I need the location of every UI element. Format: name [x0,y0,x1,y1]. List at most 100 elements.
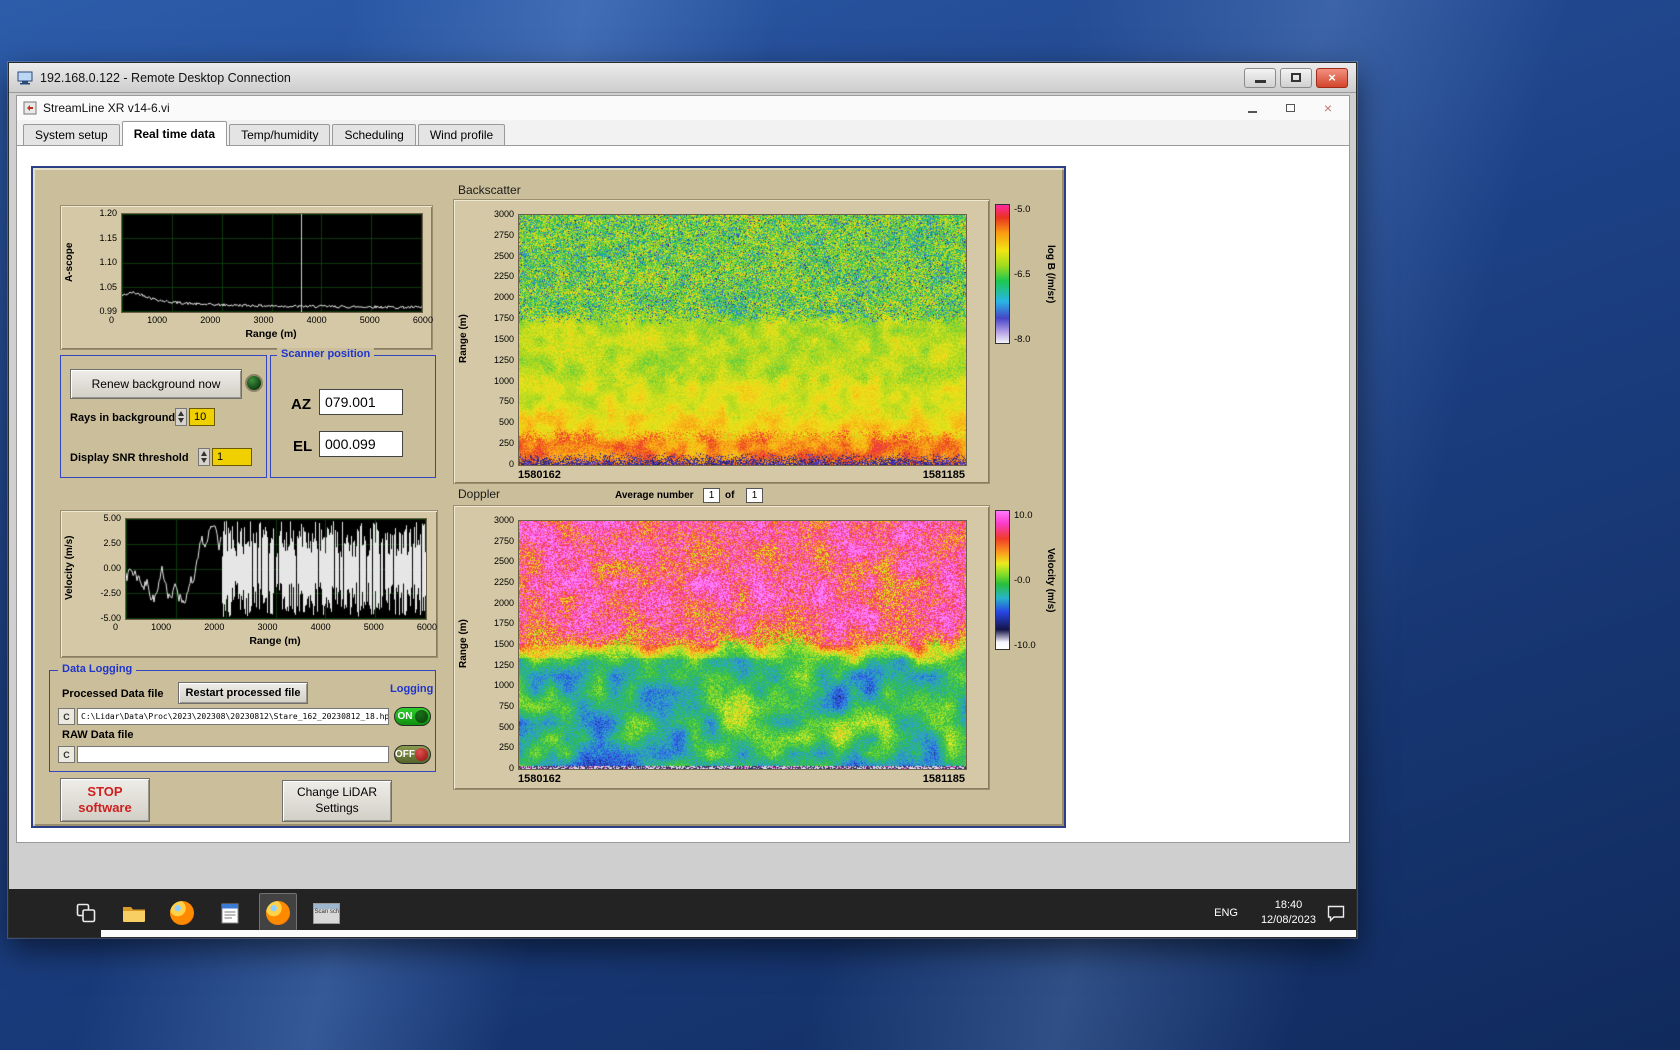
backscatter-x-end: 1581185 [923,469,965,481]
spin-down-icon[interactable] [201,458,207,463]
app-window-title: StreamLine XR v14-6.vi [43,101,1229,115]
on-label: ON [395,711,415,722]
firefox-icon [266,901,290,925]
maximize-icon [1286,104,1295,112]
document-icon [221,903,239,924]
backscatter-plot-area [518,214,967,466]
velocity-plot-area [125,518,427,620]
app-minimize-button[interactable] [1237,99,1267,117]
ascope-y-ticks: 1.201.151.101.050.99 [79,208,117,316]
backscatter-colorbar-label: log B (/m/sr) [1045,204,1056,344]
raw-path-field[interactable] [77,746,389,763]
processed-path-field[interactable]: C:\Lidar\Data\Proc\2023\202308\20230812\… [77,708,389,725]
tab-temp-humidity[interactable]: Temp/humidity [229,124,330,145]
rays-value-field[interactable]: 10 [189,408,215,426]
renew-status-led [245,374,263,392]
renew-background-button[interactable]: Renew background now [70,369,242,399]
spin-up-icon[interactable] [201,451,207,456]
processed-logging-toggle[interactable]: ON [394,707,431,726]
average-number-label: Average number [615,490,694,501]
snr-threshold-label: Display SNR threshold [70,452,189,464]
doppler-y-ticks: 3000275025002250200017501500125010007505… [478,515,514,773]
scan-schedule-label: Scan sched [314,909,339,916]
doppler-x-end: 1581185 [923,773,965,785]
rdp-close-button[interactable]: × [1316,68,1348,88]
folder-icon [122,904,146,923]
velocity-x-axis-label: Range (m) [125,635,425,647]
scan-schedule-window-button[interactable]: Scan sched [307,893,345,933]
rdp-window: 192.168.0.122 - Remote Desktop Connectio… [8,62,1357,938]
average-number-field[interactable]: 1 [703,488,720,503]
backscatter-colorbar: -5.0-6.5-8.0 log B (/m/sr) [995,204,1067,356]
firefox-button[interactable] [163,893,201,933]
app-window: StreamLine XR v14-6.vi × System setup Re… [16,95,1350,843]
toggle-knob-icon [415,748,428,761]
desktop-background: 192.168.0.122 - Remote Desktop Connectio… [0,0,1680,1050]
average-total-field[interactable]: 1 [746,488,763,503]
doppler-x-start: 1580162 [518,773,561,785]
data-logging-group: Data Logging Processed Data file Restart… [49,670,436,772]
tab-system-setup[interactable]: System setup [23,124,120,145]
ascope-chart: A-scope 1.201.151.101.050.99 01000200030… [60,205,433,350]
backscatter-title: Backscatter [458,183,521,197]
azimuth-label: AZ [291,396,311,413]
tab-real-time-data[interactable]: Real time data [122,121,227,146]
tab-bar: System setup Real time data Temp/humidit… [17,120,1349,146]
firefox-active-button[interactable] [259,893,297,933]
minimize-icon [1255,80,1266,83]
raw-data-file-label: RAW Data file [62,729,134,741]
rdp-titlebar[interactable]: 192.168.0.122 - Remote Desktop Connectio… [9,63,1356,93]
velocity-chart: Velocity (m/s) 5.002.500.00-2.50-5.00 01… [60,510,438,658]
snr-spinner[interactable] [198,448,210,466]
file-explorer-button[interactable] [115,893,153,933]
tab-wind-profile[interactable]: Wind profile [418,124,505,145]
document-app-button[interactable] [211,893,249,933]
task-view-button[interactable] [67,893,105,933]
raw-logging-toggle[interactable]: OFF [394,745,431,764]
stop-line2: software [78,800,131,815]
firefox-icon [170,901,194,925]
elevation-value-field[interactable]: 000.099 [319,431,403,457]
app-maximize-button[interactable] [1275,99,1305,117]
notification-bubble-icon [1326,904,1346,922]
data-logging-title: Data Logging [58,663,136,675]
raw-drive-selector[interactable]: C [58,746,75,763]
doppler-chart: Range (m) 300027502500225020001750150012… [453,505,990,790]
app-titlebar[interactable]: StreamLine XR v14-6.vi × [17,96,1349,120]
rdp-maximize-button[interactable] [1280,68,1312,88]
scanner-position-title: Scanner position [277,348,374,360]
doppler-title: Doppler [458,487,500,501]
remote-desktop: StreamLine XR v14-6.vi × System setup Re… [9,93,1356,937]
maximize-icon [1291,73,1301,82]
rdp-minimize-button[interactable] [1244,68,1276,88]
elevation-label: EL [293,438,312,455]
backscatter-colorbar-gradient [995,204,1010,344]
clock-date: 12/08/2023 [1261,913,1316,928]
ascope-x-axis-label: Range (m) [121,328,421,340]
backscatter-x-start: 1580162 [518,469,561,481]
app-close-button[interactable]: × [1313,99,1343,117]
clock-time: 18:40 [1275,898,1303,913]
snr-value-field[interactable]: 1 [212,448,252,466]
stop-software-button[interactable]: STOP software [60,778,150,822]
velocity-y-axis-label: Velocity (m/s) [64,518,75,618]
ascope-plot-area [121,213,423,313]
backscatter-y-ticks: 3000275025002250200017501500125010007505… [478,209,514,469]
rays-spinner[interactable] [175,408,187,426]
processed-drive-selector[interactable]: C [58,708,75,725]
tab-scheduling[interactable]: Scheduling [332,124,415,145]
average-of-label: of [725,490,734,501]
spin-up-icon[interactable] [178,411,184,416]
spin-down-icon[interactable] [178,418,184,423]
rays-in-background-label: Rays in background [70,412,175,424]
restart-processed-file-button[interactable]: Restart processed file [178,682,308,704]
stop-line1: STOP [87,784,122,799]
change-lidar-settings-button[interactable]: Change LiDAR Settings [282,780,392,822]
ascope-y-axis-label: A-scope [64,213,75,311]
close-icon: × [1324,101,1332,115]
backscatter-chart: Range (m) 300027502500225020001750150012… [453,199,990,484]
background-settings-group: Renew background now Rays in background … [60,355,267,478]
logging-label: Logging [390,683,433,695]
azimuth-value-field[interactable]: 079.001 [319,389,403,415]
toggle-knob-icon [415,710,428,723]
